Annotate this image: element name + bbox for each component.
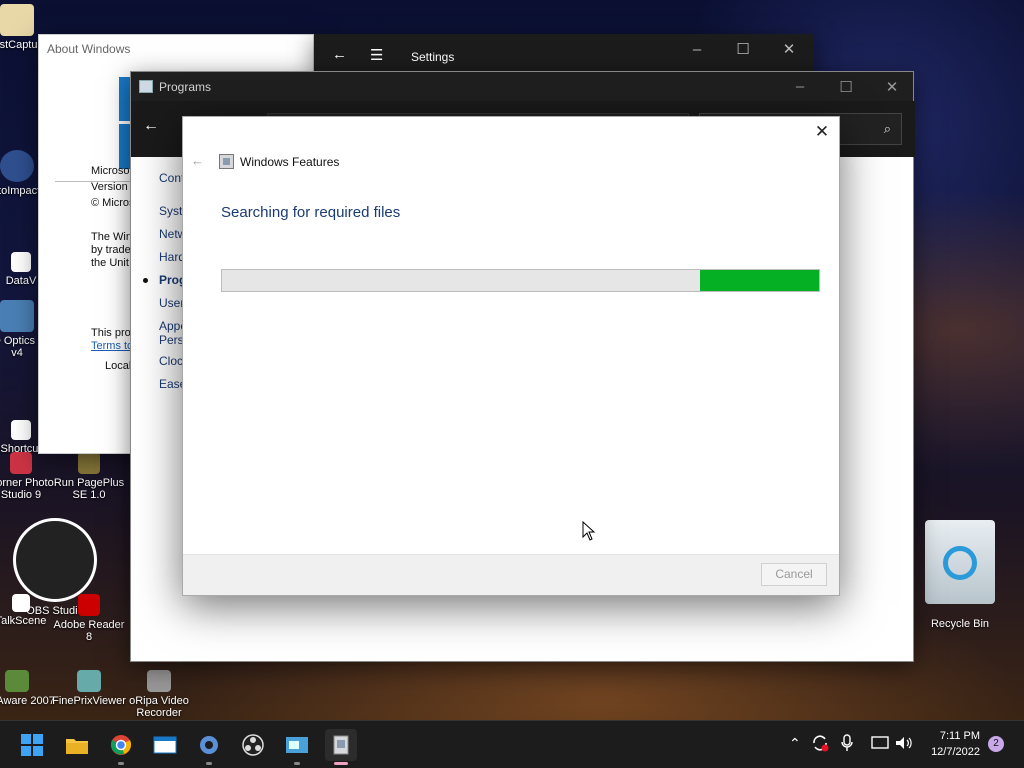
chrome-app[interactable] [105, 729, 137, 765]
running-indicator [334, 762, 348, 765]
settings-title: Settings [411, 50, 455, 64]
about-line: by trade [91, 244, 131, 256]
start-button[interactable] [16, 729, 48, 761]
features-icon [333, 735, 349, 755]
search-icon: ⌕ [883, 121, 891, 136]
progress-fill [699, 270, 819, 291]
notification-badge[interactable]: 2 [988, 736, 1004, 752]
maximize-button[interactable]: ☐ [720, 34, 766, 64]
pageplus-icon [78, 452, 100, 474]
clock-date: 12/7/2022 [931, 746, 980, 758]
adaware-icon [5, 670, 29, 692]
progress-bar [221, 269, 820, 292]
about-line: The Win [91, 231, 132, 243]
dialog-footer: Cancel [183, 554, 839, 595]
recycle-symbol-icon [943, 546, 977, 580]
minimize-button[interactable]: – [674, 34, 720, 64]
windows-features-app[interactable] [325, 729, 357, 765]
cancel-button[interactable]: Cancel [761, 563, 827, 586]
about-line: Microsof [91, 165, 133, 177]
programs-title: Programs [159, 80, 212, 94]
adobe-reader-icon [78, 594, 100, 616]
running-indicator [118, 762, 124, 765]
status-heading: Searching for required files [221, 204, 401, 221]
icon-recycle-bin[interactable]: Recycle Bin [921, 520, 999, 630]
oripa-icon [147, 670, 171, 692]
network-icon[interactable] [871, 735, 889, 751]
shortcut-arrow-icon [11, 252, 31, 272]
about-windows-title: About Windows [47, 42, 131, 56]
fineprint-icon [77, 670, 101, 692]
file-explorer-app[interactable] [61, 729, 93, 761]
control-panel-app[interactable] [281, 729, 313, 765]
dialog-title: Windows Features [240, 155, 340, 169]
windows-features-dialog: ✕ ← Windows Features Searching for requi… [182, 116, 840, 596]
sync-icon[interactable] [811, 734, 829, 752]
obs-app[interactable] [237, 729, 269, 761]
window-icon [153, 736, 177, 754]
photoimpact-icon [0, 150, 34, 182]
back-arrow-icon[interactable]: ← [332, 46, 347, 63]
about-line: the Unit [91, 257, 129, 269]
microphone-icon[interactable] [840, 734, 854, 752]
shortcut-arrow-icon [12, 594, 30, 612]
windows-logo-icon [21, 734, 43, 756]
running-indicator [294, 762, 300, 765]
gear-icon [200, 736, 218, 754]
hamburger-menu-icon[interactable]: ☰ [370, 46, 383, 64]
about-windows-app[interactable] [149, 729, 181, 761]
icon-adobe-reader[interactable]: Adobe Reader 8 [50, 594, 128, 643]
close-button[interactable]: ✕ [811, 121, 833, 143]
maximize-button[interactable]: ☐ [823, 72, 869, 101]
folder-icon [66, 739, 88, 754]
icon-oripa[interactable]: oRipa Video Recorder [120, 670, 198, 719]
control-panel-icon [139, 80, 153, 93]
desktop: FastCapture PhotoImpact 10 DataV DxO Opt… [0, 0, 1024, 720]
icon-fineprint[interactable]: FinePrixViewer [50, 670, 128, 707]
system-clock[interactable]: 7:11 PM 12/7/2022 [931, 728, 980, 760]
close-button[interactable]: ✕ [869, 72, 915, 101]
about-line: Local [105, 360, 132, 372]
about-line: This pro [91, 327, 131, 339]
volume-icon[interactable] [895, 735, 913, 751]
back-arrow-icon[interactable]: ← [143, 117, 159, 135]
back-arrow-icon: ← [191, 153, 204, 168]
settings-app[interactable] [193, 729, 225, 765]
obs-icon [13, 518, 97, 602]
corner-photo-icon [10, 452, 32, 474]
minimize-button[interactable]: – [777, 72, 823, 101]
about-line: © Micros [91, 197, 135, 209]
obs-icon [242, 734, 264, 756]
recycle-bin-icon [925, 520, 995, 604]
windows-features-icon [219, 154, 234, 169]
chevron-up-icon[interactable]: ⌃ [789, 735, 801, 752]
mouse-cursor-icon [582, 521, 596, 541]
control-panel-icon [286, 737, 308, 753]
running-indicator [206, 762, 212, 765]
terms-link[interactable]: Terms to [91, 340, 133, 352]
fastcap-icon [0, 4, 34, 36]
taskbar: ⌃ 7:11 PM 12/7/2022 2 [0, 720, 1024, 768]
shortcut-arrow-icon [11, 420, 31, 440]
dxo-icon [0, 300, 34, 332]
programs-titlebar: Programs – ☐ ✕ [131, 72, 913, 101]
icon-run-pageplus[interactable]: Run PagePlus SE 1.0 [50, 452, 128, 501]
about-line: Version [91, 181, 128, 193]
close-button[interactable]: ✕ [766, 34, 812, 64]
settings-window: ← ☰ Settings – ☐ ✕ [314, 34, 814, 74]
icon-adaware[interactable]: Ad-Aware 2007 [0, 670, 56, 707]
clock-time: 7:11 PM [939, 730, 980, 742]
chrome-icon [110, 735, 132, 755]
